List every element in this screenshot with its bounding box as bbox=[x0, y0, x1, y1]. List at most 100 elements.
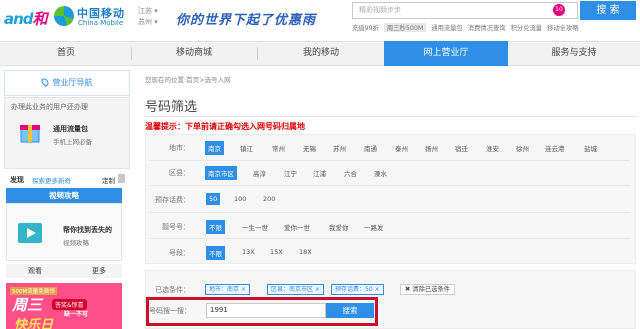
filter-divider bbox=[150, 185, 630, 186]
filter-option-location[interactable]: 苏州 bbox=[333, 143, 346, 153]
search-input[interactable]: 精彩视频步步 bbox=[352, 2, 578, 19]
filter-option-location[interactable]: 淮安 bbox=[486, 143, 499, 153]
nav-item-home[interactable]: 首页 bbox=[6, 42, 126, 65]
filter-option-location[interactable]: 泰州 bbox=[395, 143, 408, 153]
filter-option-pattern[interactable]: 一生一世 bbox=[242, 222, 268, 232]
filter-option-segment[interactable]: 15X bbox=[270, 248, 283, 256]
filter-option-location[interactable]: 宿迁 bbox=[455, 143, 468, 153]
nav-item-service[interactable]: 服务与支持 bbox=[510, 42, 638, 65]
tab-more[interactable]: 更多 bbox=[92, 266, 106, 276]
related-panel: 办理此业务的用户还办理 通用流量包 手机上网必备 bbox=[4, 97, 130, 169]
discover-bar: 发现 探索更多新奇 定制 bbox=[4, 172, 130, 186]
quick-link[interactable]: 积分兑流量 bbox=[511, 23, 542, 32]
nav-divider bbox=[131, 47, 132, 60]
title-divider bbox=[145, 116, 636, 117]
selected-chip[interactable]: 地市：南京 × bbox=[205, 284, 250, 295]
filter-option-district[interactable]: 南京市区 bbox=[205, 166, 237, 180]
package-desc: 手机上网必备 bbox=[53, 138, 92, 146]
filter-option-location[interactable]: 连云港 bbox=[545, 143, 565, 153]
filter-label-segment: 号段： bbox=[169, 249, 190, 257]
filter-label-location: 地市： bbox=[169, 144, 190, 152]
tab-watch[interactable]: 观看 bbox=[28, 266, 42, 276]
selected-chip[interactable]: 区县：南京市区 × bbox=[267, 284, 324, 295]
package-icon bbox=[20, 125, 40, 143]
filter-option-segment[interactable]: 13X bbox=[242, 248, 255, 256]
quick-link[interactable]: 通用流量包 bbox=[431, 23, 462, 32]
filter-option-prestore[interactable]: 100 bbox=[234, 195, 246, 203]
nav-item-my-mobile[interactable]: 我的移动 bbox=[260, 42, 382, 65]
logo-he-text: 和 bbox=[32, 10, 48, 28]
filter-option-location[interactable]: 南通 bbox=[364, 143, 377, 153]
number-search-input[interactable]: 1991 bbox=[206, 303, 326, 318]
china-mobile-logo-icon bbox=[54, 6, 74, 26]
location-pin-icon bbox=[39, 77, 50, 87]
discover-label: 发现 bbox=[10, 176, 24, 184]
nav-divider bbox=[257, 47, 258, 60]
selected-conditions-label: 已选条件： bbox=[155, 286, 190, 294]
sidebar-title[interactable]: 营业厅导航 bbox=[4, 70, 130, 96]
clear-conditions-button[interactable]: ✖ 清除已选条件 bbox=[400, 284, 456, 295]
video-guide-line1: 帮你找到丢失的 bbox=[63, 226, 112, 234]
filter-option-location[interactable]: 徐州 bbox=[516, 143, 529, 153]
province-selector[interactable]: 江苏 ▾ bbox=[138, 6, 158, 16]
filter-label-district: 区县： bbox=[169, 169, 190, 177]
quick-link[interactable]: 消费情况查询 bbox=[468, 23, 506, 32]
slogan-banner[interactable]: 你的世界下起了优惠雨 bbox=[176, 9, 316, 28]
filter-option-location[interactable]: 无锡 bbox=[303, 143, 316, 153]
package-name[interactable]: 通用流量包 bbox=[53, 124, 88, 134]
discover-more-link[interactable]: 探索更多新奇 bbox=[32, 175, 71, 185]
filter-option-prestore[interactable]: 200 bbox=[263, 195, 275, 203]
video-play-icon bbox=[18, 223, 42, 243]
filter-option-segment[interactable]: 不限 bbox=[206, 246, 225, 260]
filter-divider bbox=[150, 212, 630, 213]
warm-tip: 温馨提示：下单前请正确勾选入网号码归属地 bbox=[145, 122, 305, 131]
quick-links: 充值99折 周三秒500M 通用流量包 消费情况查询 积分兑流量 移动全攻略 bbox=[352, 23, 636, 32]
promo-banner[interactable]: 500M流量免费领 周三 答奖&惊喜 缺一不可 快乐日 bbox=[6, 283, 122, 329]
number-search-button[interactable]: 搜索 bbox=[326, 303, 374, 318]
related-heading: 办理此业务的用户还办理 bbox=[11, 103, 88, 111]
promo-pill2: 缺一不可 bbox=[64, 311, 89, 318]
filter-option-pattern[interactable]: 我爱你 bbox=[329, 222, 349, 232]
filter-option-location[interactable]: 盐城 bbox=[584, 143, 597, 153]
filter-option-segment[interactable]: 18X bbox=[299, 248, 312, 256]
main-nav: 首页 移动商城 我的移动 网上营业厅 服务与支持 bbox=[0, 41, 640, 66]
filter-option-pattern[interactable]: 一路发 bbox=[364, 222, 384, 232]
filter-option-location[interactable]: 镇江 bbox=[240, 143, 253, 153]
filter-option-pattern[interactable]: 不限 bbox=[206, 220, 225, 234]
promo-bottom: 快乐日 bbox=[14, 318, 54, 329]
customize-link[interactable]: 定制 bbox=[102, 175, 115, 185]
filter-label-prestore: 预存话费： bbox=[155, 196, 190, 204]
filter-label-pattern: 靓号号： bbox=[162, 223, 190, 231]
filter-option-district[interactable]: 江浦 bbox=[313, 168, 326, 178]
filter-option-prestore[interactable]: 50 bbox=[206, 193, 221, 205]
city-selector[interactable]: 苏州 ▾ bbox=[138, 17, 158, 27]
filter-option-district[interactable]: 溧水 bbox=[374, 168, 387, 178]
number-search-label: 号码搜一搜： bbox=[149, 307, 191, 315]
brand-en: China Mobile bbox=[78, 19, 124, 27]
quick-link[interactable]: 充值99折 bbox=[352, 23, 379, 32]
promo-title: 周三 bbox=[12, 296, 43, 314]
filter-option-district[interactable]: 高淳 bbox=[253, 168, 266, 178]
video-guide-card[interactable]: 帮你找到丢失的 视频攻略 bbox=[6, 203, 122, 261]
watch-more-tabs: 观看 更多 bbox=[6, 264, 122, 278]
page-title: 号码筛选 bbox=[145, 100, 198, 115]
bookmark-icon[interactable] bbox=[118, 174, 125, 183]
filter-option-location[interactable]: 常州 bbox=[272, 143, 285, 153]
filter-divider bbox=[150, 160, 630, 161]
search-button[interactable]: 搜 索 bbox=[580, 1, 636, 20]
filter-option-location[interactable]: 南京 bbox=[205, 141, 224, 155]
filter-option-district[interactable]: 江宁 bbox=[284, 168, 297, 178]
quick-link[interactable]: 周三秒500M bbox=[383, 23, 427, 32]
notification-badge[interactable]: 10 bbox=[553, 4, 565, 16]
quick-link[interactable]: 移动全攻略 bbox=[547, 23, 578, 32]
and-he-logo[interactable]: and和 bbox=[4, 8, 48, 29]
filter-option-location[interactable]: 扬州 bbox=[425, 143, 438, 153]
nav-item-mall[interactable]: 移动商城 bbox=[134, 42, 254, 65]
filter-option-pattern[interactable]: 爱你一世 bbox=[284, 222, 310, 232]
filter-option-district[interactable]: 六合 bbox=[344, 168, 357, 178]
breadcrumb: 您现在的位置:首页>选号入网 bbox=[145, 76, 231, 84]
selected-chip[interactable]: 预存话费：50 × bbox=[331, 284, 384, 295]
video-guide-line2: 视频攻略 bbox=[63, 239, 89, 247]
video-guide-header[interactable]: 视频攻略 bbox=[6, 188, 122, 203]
nav-item-online-hall[interactable]: 网上营业厅 bbox=[384, 41, 508, 66]
